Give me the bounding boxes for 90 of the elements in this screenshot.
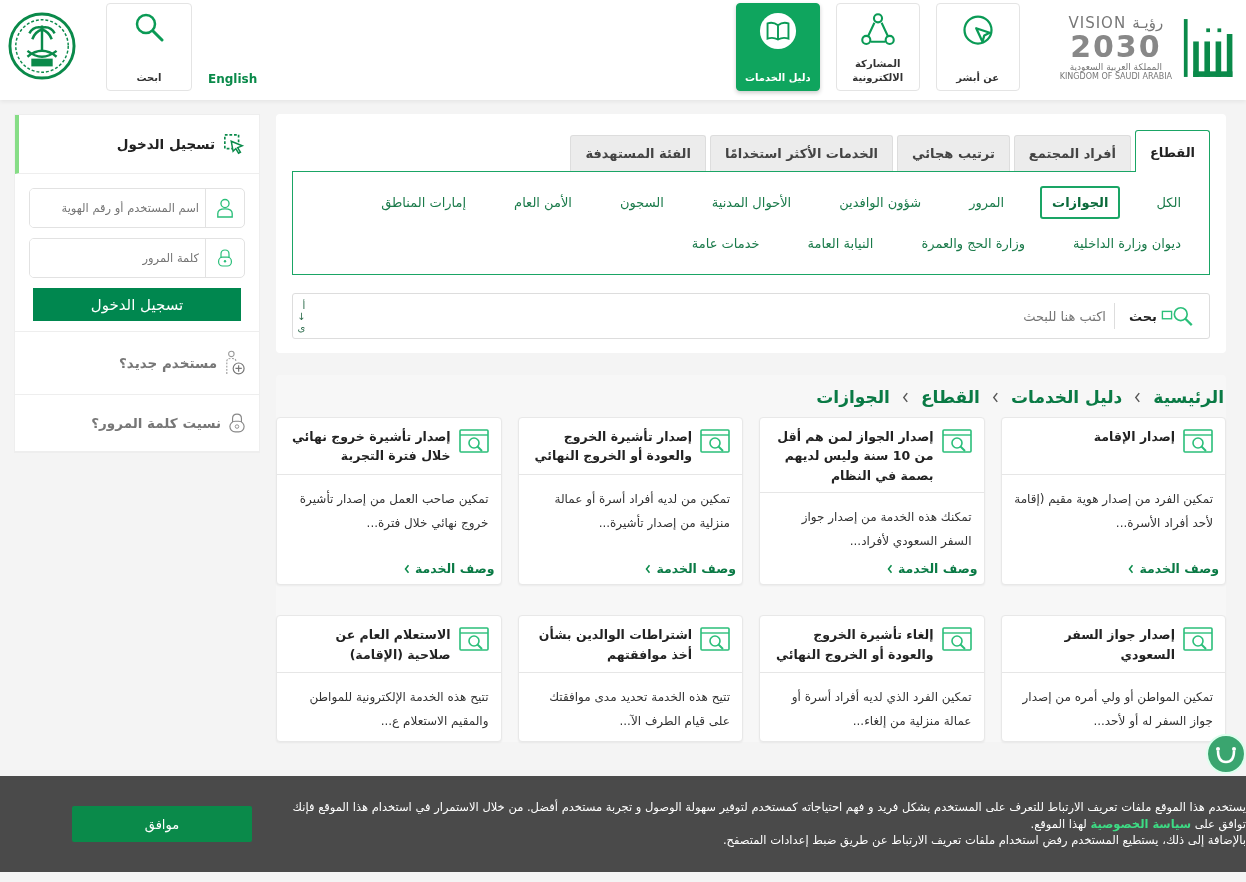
breadcrumb-link[interactable]: الرئيسية <box>1153 387 1224 407</box>
card-title: إصدار الجواز لمن هم أقل من 10 سنة وليس لديهم بصمة في النظام <box>776 427 934 486</box>
service-description-link[interactable]: وصف الخدمة <box>403 561 495 577</box>
accept-button[interactable]: موافق <box>72 806 252 842</box>
password-field[interactable]: كلمة المرور <box>29 238 245 278</box>
lock-icon <box>217 248 233 268</box>
card-description: تتيح هذه الخدمة تحديد مدى موافقتك على قيام الطرف الآ... <box>548 689 730 731</box>
card-description: تمكين الفرد من إصدار هوية مقيم (إقامة لأحد أفراد الأسرة... <box>1013 491 1213 533</box>
search-icon <box>134 12 164 42</box>
card-title: الاستعلام العام عن صلاحية (الإقامة) <box>334 626 451 664</box>
service-icon <box>1183 627 1213 654</box>
search-label: بحث <box>1129 308 1157 324</box>
search-field[interactable]: بحث اكتب هنا للبحث أ ↓ ى <box>292 293 1210 339</box>
sector-link[interactable]: ديوان وزارة الداخلية <box>1060 227 1193 260</box>
logo-text: 2030 <box>1070 32 1162 62</box>
chevron-icon <box>886 563 893 574</box>
service-description-link[interactable]: وصف الخدمة <box>1128 561 1219 577</box>
service-description-link[interactable]: وصف الخدمة <box>886 561 978 577</box>
sector-link[interactable]: شؤون الوافدين <box>827 186 934 219</box>
card-title: إصدار تأشيرة خروج نهائي خلال فترة التجربة <box>290 427 451 466</box>
service-icon <box>1183 429 1213 455</box>
nav-button[interactable]: عن أبشر <box>935 3 1020 91</box>
card-title: إصدار الإقامة <box>1093 428 1175 446</box>
card-description: تتيح هذه الخدمة الإلكترونية للمواطن والمقيم الاستعلام ع... <box>308 689 489 731</box>
tab[interactable]: ترتيب هجائي <box>897 135 1010 171</box>
sector-link[interactable]: السجون <box>608 186 676 219</box>
card-description: تمكين الفرد الذي لديه أفراد أسرة أو عمالة منزلية من إلغاء... <box>790 688 972 731</box>
chevron-icon <box>645 563 652 574</box>
language-link[interactable]: English <box>208 72 258 86</box>
sector-link[interactable]: خدمات عامة <box>679 227 772 260</box>
card-description: تمكين من لديه أفراد أسرة أو عمالة منزلية من إصدار تأشيرة... <box>553 490 730 533</box>
forgot-password-link[interactable]: نسيت كلمة المرور؟ <box>15 395 259 452</box>
tab[interactable]: الخدمات الأكثر استخدامًا <box>709 135 894 171</box>
login-title: تسجيل الدخول <box>116 136 215 152</box>
sector-link[interactable]: الأحوال المدنية <box>699 186 804 219</box>
logo-text: VISION <box>1068 14 1127 32</box>
service-icon <box>458 627 489 654</box>
chevron-icon <box>991 391 999 403</box>
card-title: إصدار جواز السفر السعودي <box>1063 626 1175 664</box>
breadcrumb-link[interactable]: الجوازات <box>816 387 890 407</box>
chevron-icon <box>1128 563 1135 574</box>
user-icon <box>216 198 234 218</box>
cookie-notice: يستخدم هذا الموقع ملفات تعريف الارتباط للتعرف على المستخدم بشكل فريد و فهم احتياجاته كمستخدم لتوفير سهولة الوصول و تجربة مستخدم أفضل. من خلال الاستمرار في استخدام هذا الموقع فإنك توافق على سياسة الخصوصية لهذا الموقع. <box>291 799 1246 833</box>
emblem-icon <box>8 12 76 80</box>
sort-toggle[interactable]: أ ↓ ى <box>293 299 310 333</box>
search-icon <box>1161 305 1195 327</box>
sector-link[interactable]: الجوازات <box>1040 186 1121 219</box>
login-button[interactable]: تسجيل الدخول <box>33 288 241 321</box>
sector-link[interactable]: إمارات المناطق <box>369 186 479 219</box>
logo-text: المملكة العربية السعودية <box>1069 62 1163 72</box>
tab[interactable]: القطاع <box>1134 130 1210 172</box>
service-icon <box>941 627 972 654</box>
service-icon <box>700 627 730 654</box>
lock-icon <box>229 413 245 433</box>
add-user-icon <box>225 350 245 376</box>
nav-button[interactable]: المشاركة الالكترونية <box>835 3 920 91</box>
chevron-icon <box>403 563 410 574</box>
privacy-policy-link[interactable]: سياسة الخصوصية <box>1090 816 1191 831</box>
card-title: إلغاء تأشيرة الخروج والعودة أو الخروج النهائي <box>775 625 934 664</box>
sector-link[interactable]: الكل <box>1144 186 1193 219</box>
nav-button[interactable]: دليل الخدمات <box>735 3 820 91</box>
card-description: تمكنك هذه الخدمة من إصدار جواز السفر السعودي لأفراد... <box>800 509 972 551</box>
chevron-icon <box>901 391 909 403</box>
card-title: إصدار تأشيرة الخروج والعودة أو الخروج النهائي <box>533 427 692 466</box>
tab[interactable]: أفراد المجتمع <box>1013 135 1131 171</box>
service-icon <box>941 429 972 455</box>
username-field[interactable]: اسم المستخدم أو رقم الهوية <box>29 188 245 228</box>
sector-link[interactable]: وزارة الحج والعمرة <box>909 227 1037 260</box>
chat-icon[interactable] <box>1206 734 1246 774</box>
card-description: تمكين صاحب العمل من إصدار تأشيرة خروج نهائي خلال فترة... <box>298 489 489 533</box>
sector-link[interactable]: المرور <box>957 186 1017 219</box>
cursor-icon <box>223 133 245 155</box>
network-icon <box>859 12 896 48</box>
breadcrumb-link[interactable]: دليل الخدمات <box>1010 387 1123 407</box>
card-title: اشتراطات الوالدين بشأن أخذ موافقتهم <box>537 625 692 664</box>
chevron-icon <box>1134 391 1142 403</box>
logo-text: KINGDOM OF SAUDI ARABIA <box>1059 72 1172 81</box>
logo-text: رؤيـة <box>1132 14 1164 32</box>
service-description-link[interactable]: وصف الخدمة <box>645 561 736 577</box>
sector-link[interactable]: الأمن العام <box>502 186 584 219</box>
sector-link[interactable]: النيابة العامة <box>795 227 886 260</box>
search-button[interactable]: ابحث <box>106 3 192 91</box>
card-description: تمكين المواطن أو ولي أمره من إصدار جواز السفر له أو لأحد... <box>1021 688 1213 731</box>
cookie-note: بالإضافة إلى ذلك، يستطيع المستخدم رفض استخدام ملفات تعريف الارتباط عن طريق ضبط إعدادات المتصفح. <box>721 832 1246 849</box>
new-user-link[interactable]: مستخدم جديد؟ <box>15 332 259 395</box>
tab[interactable]: الفئة المستهدفة <box>570 135 706 171</box>
book-icon <box>758 12 797 50</box>
service-icon <box>700 429 730 455</box>
breadcrumb-link[interactable]: القطاع <box>920 387 980 407</box>
service-icon <box>458 429 489 455</box>
